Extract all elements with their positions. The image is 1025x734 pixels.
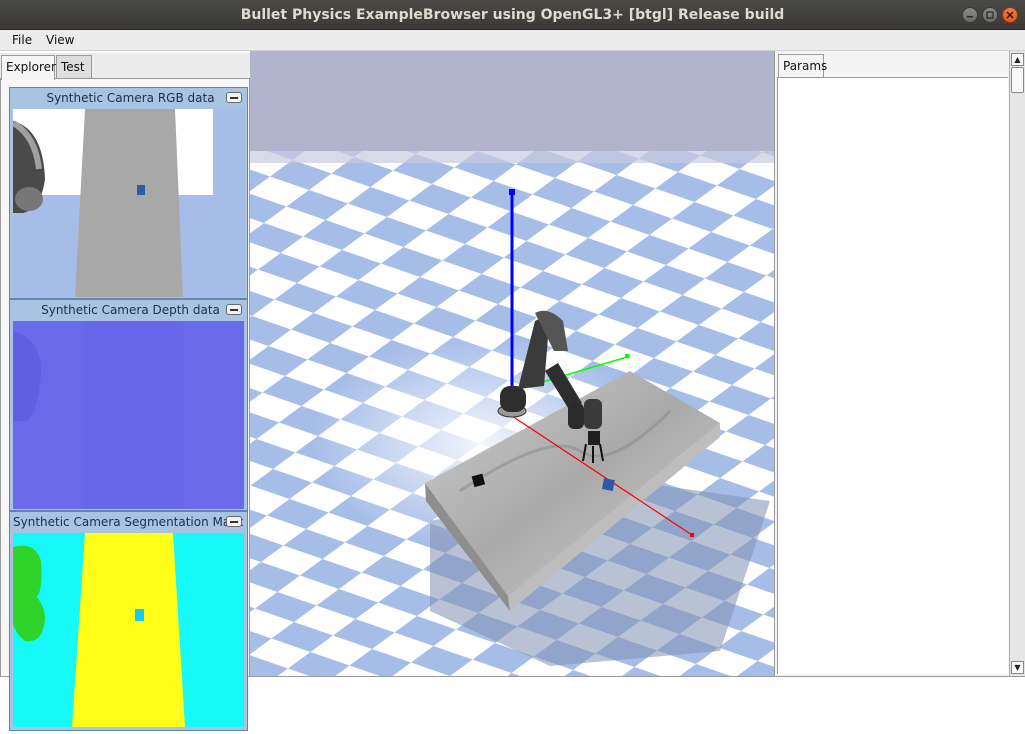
minimize-window-button[interactable] bbox=[226, 92, 242, 103]
physics-3d-viewport[interactable] bbox=[250, 51, 774, 676]
minimize-icon bbox=[967, 16, 973, 18]
minimize-button[interactable] bbox=[962, 7, 978, 23]
menu-bar: File View bbox=[0, 30, 1025, 51]
close-icon bbox=[1006, 11, 1014, 19]
params-body bbox=[777, 77, 1008, 674]
menu-file[interactable]: File bbox=[10, 32, 34, 49]
camera-window-segmentation[interactable]: Synthetic Camera Segmentation Mask bbox=[9, 511, 248, 731]
camera-window-rgb[interactable]: Synthetic Camera RGB data bbox=[9, 87, 248, 299]
tab-explorer[interactable]: Explorer bbox=[1, 55, 56, 80]
minimize-window-button[interactable] bbox=[226, 304, 242, 315]
menu-view[interactable]: View bbox=[44, 32, 76, 49]
camera-image-depth bbox=[13, 321, 244, 509]
left-tab-bar: Explorer Test bbox=[0, 53, 250, 80]
scroll-up-icon[interactable]: ▲ bbox=[1011, 53, 1024, 66]
maximize-icon bbox=[986, 11, 994, 19]
camera-window-depth[interactable]: Synthetic Camera Depth data bbox=[9, 299, 248, 511]
close-button[interactable] bbox=[1002, 7, 1018, 23]
window-title: Bullet Physics ExampleBrowser using Open… bbox=[240, 7, 785, 23]
tab-params[interactable]: Params bbox=[778, 54, 827, 78]
camera-image-segmentation bbox=[13, 533, 244, 727]
vertical-scrollbar[interactable]: ▲ ▼ bbox=[1009, 51, 1025, 676]
camera-title-depth: Synthetic Camera Depth data bbox=[41, 303, 220, 317]
tab-test[interactable]: Test bbox=[56, 55, 92, 79]
camera-image-rgb bbox=[13, 109, 244, 297]
camera-title-rgb: Synthetic Camera RGB data bbox=[46, 91, 215, 105]
maximize-button[interactable] bbox=[982, 7, 998, 23]
scroll-thumb[interactable] bbox=[1011, 67, 1024, 93]
camera-title-segmentation: Synthetic Camera Segmentation Mask bbox=[13, 515, 244, 529]
title-bar[interactable]: Bullet Physics ExampleBrowser using Open… bbox=[0, 0, 1025, 30]
blue-cube bbox=[602, 478, 615, 491]
minimize-window-button[interactable] bbox=[226, 516, 242, 527]
scene-render bbox=[250, 51, 774, 676]
params-panel: Params bbox=[774, 51, 1009, 676]
sky-area bbox=[250, 51, 774, 151]
application-window: Bullet Physics ExampleBrowser using Open… bbox=[0, 0, 1025, 734]
scroll-down-icon[interactable]: ▼ bbox=[1011, 661, 1024, 674]
